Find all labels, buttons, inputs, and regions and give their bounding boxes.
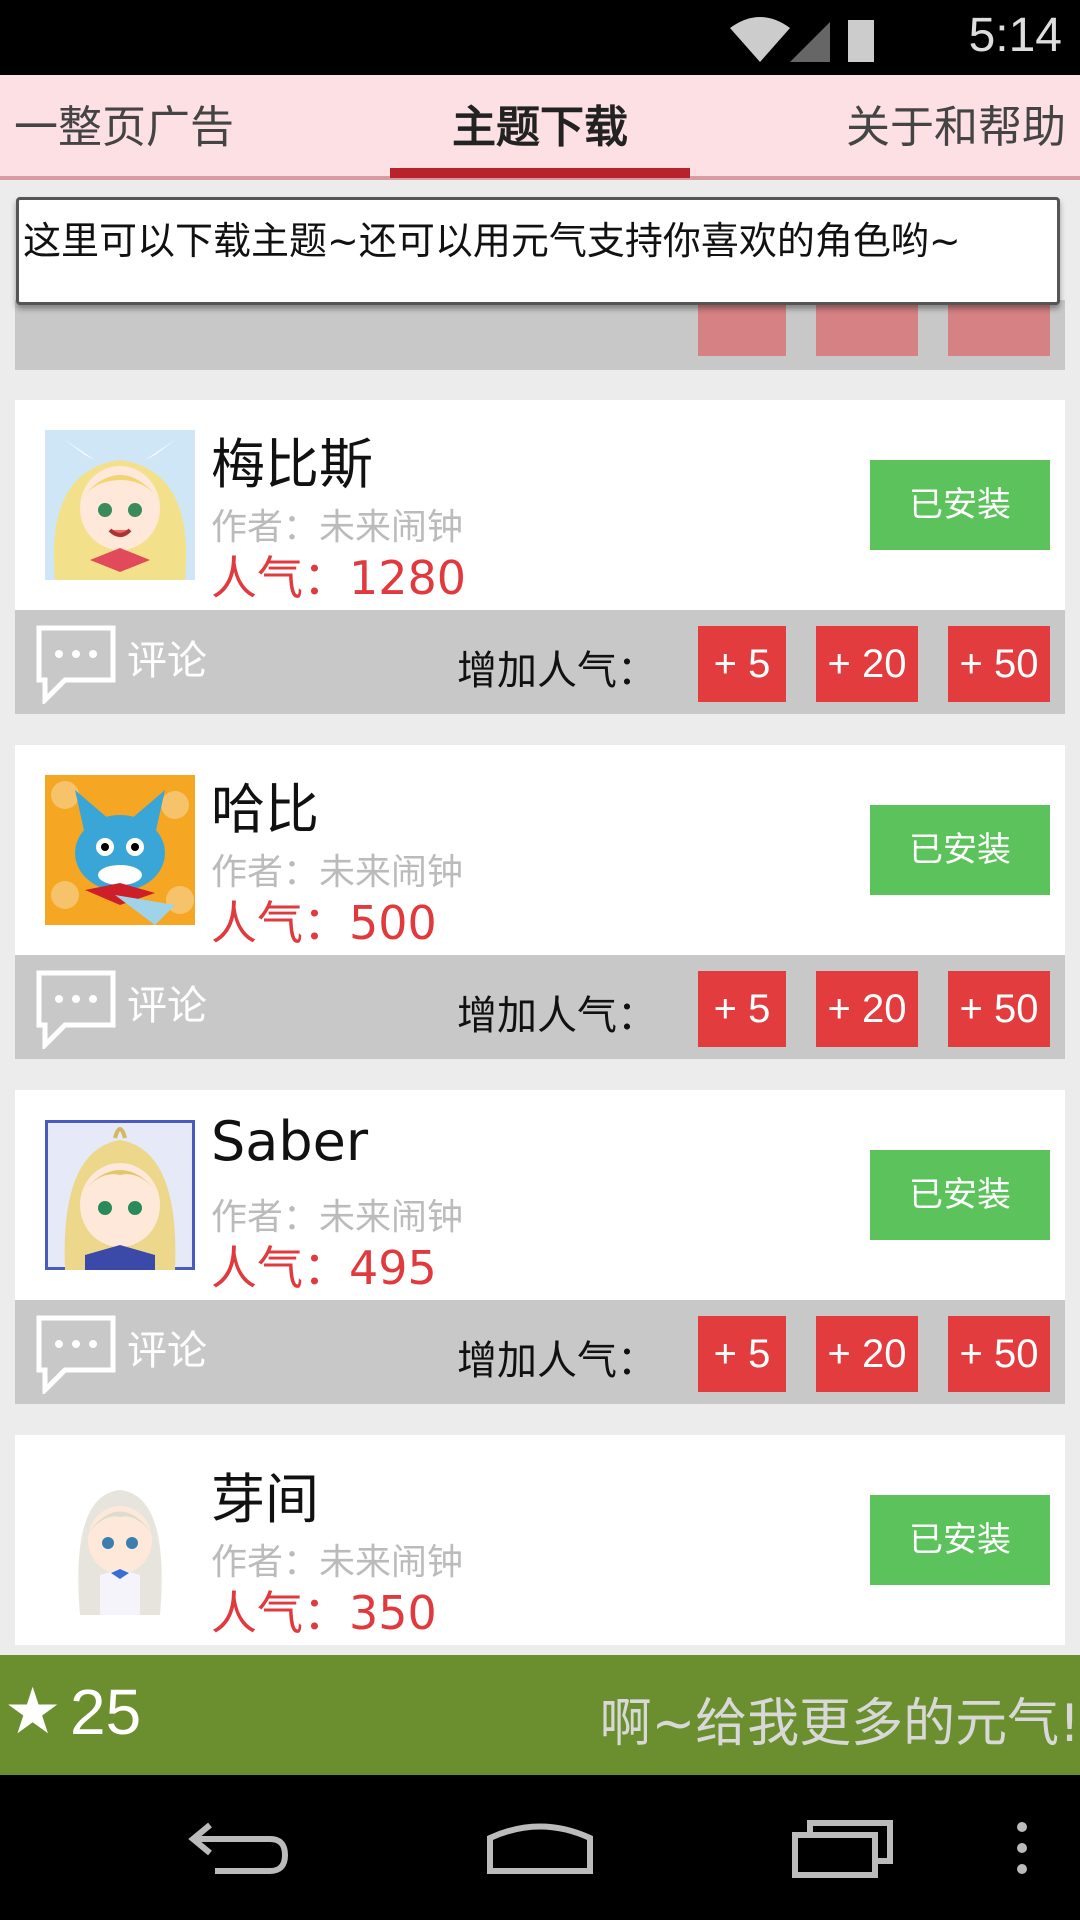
theme-name: 芽间 bbox=[211, 1468, 319, 1531]
vote-5-button[interactable]: + 5 bbox=[698, 971, 786, 1047]
theme-popularity: 人气：500 bbox=[211, 896, 437, 950]
comment-label: 评论 bbox=[127, 983, 207, 1029]
vote-50-button[interactable]: + 50 bbox=[948, 626, 1050, 702]
theme-popularity: 人气：495 bbox=[211, 1241, 437, 1295]
partial-card-bottom bbox=[15, 300, 1065, 370]
theme-popularity: 人气：350 bbox=[211, 1586, 437, 1640]
comment-icon bbox=[36, 1315, 116, 1394]
vote-20-button[interactable]: + 20 bbox=[816, 971, 918, 1047]
theme-card: 哈比 作者：未来闹钟 人气：500 已安装 评论 增加人气： + 5 + 20 … bbox=[15, 745, 1065, 1059]
installed-button[interactable]: 已安装 bbox=[870, 805, 1050, 895]
overflow-menu-icon[interactable] bbox=[1010, 1813, 1034, 1883]
vote-20-button[interactable]: + 20 bbox=[816, 626, 918, 702]
theme-card: 芽间 作者：未来闹钟 人气：350 已安装 bbox=[15, 1435, 1065, 1645]
home-icon[interactable] bbox=[485, 1813, 595, 1883]
theme-avatar-mavis bbox=[45, 430, 195, 580]
theme-list[interactable]: 梅比斯 作者：未来闹钟 人气：1280 已安装 评论 增加人气： + 5 + 2… bbox=[0, 300, 1080, 1650]
energy-footer[interactable]: ★ 25 啊~给我更多的元气! bbox=[0, 1655, 1080, 1775]
theme-avatar-menma bbox=[45, 1465, 195, 1615]
vote-5-button[interactable]: + 5 bbox=[698, 626, 786, 702]
active-tab-indicator bbox=[390, 168, 690, 178]
energy-score: 25 bbox=[70, 1676, 142, 1748]
vote-20-button bbox=[816, 300, 918, 356]
vote-50-button[interactable]: + 50 bbox=[948, 971, 1050, 1047]
theme-card: Saber 作者：未来闹钟 人气：495 已安装 评论 增加人气： + 5 + … bbox=[15, 1090, 1065, 1404]
comment-label: 评论 bbox=[127, 638, 207, 684]
theme-avatar-saber bbox=[45, 1120, 195, 1270]
installed-button[interactable]: 已安装 bbox=[870, 1150, 1050, 1240]
add-popularity-label: 增加人气： bbox=[457, 993, 657, 1039]
tab-ads[interactable]: 一整页广告 bbox=[14, 93, 234, 173]
recent-apps-icon[interactable] bbox=[790, 1813, 900, 1883]
add-popularity-label: 增加人气： bbox=[457, 648, 657, 694]
theme-popularity: 人气：1280 bbox=[211, 551, 467, 605]
vote-50-button bbox=[948, 300, 1050, 356]
footer-message: 啊~给我更多的元气! bbox=[599, 1694, 1080, 1754]
back-icon[interactable] bbox=[185, 1813, 295, 1883]
hint-text: 这里可以下载主题~还可以用元气支持你喜欢的角色哟~ bbox=[16, 197, 1060, 305]
comment-button[interactable]: 评论 bbox=[35, 624, 207, 704]
battery-icon bbox=[848, 20, 874, 62]
star-icon: ★ bbox=[4, 1675, 62, 1749]
installed-button[interactable]: 已安装 bbox=[870, 460, 1050, 550]
system-nav-bar bbox=[0, 1775, 1080, 1920]
wifi-icon bbox=[730, 17, 790, 62]
theme-card: 梅比斯 作者：未来闹钟 人气：1280 已安装 评论 增加人气： + 5 + 2… bbox=[15, 400, 1065, 714]
comment-icon bbox=[36, 625, 116, 704]
signal-icon bbox=[790, 22, 830, 62]
theme-name: 梅比斯 bbox=[211, 433, 373, 496]
vote-50-button[interactable]: + 50 bbox=[948, 1316, 1050, 1392]
comment-button[interactable]: 评论 bbox=[35, 969, 207, 1049]
comment-label: 评论 bbox=[127, 1328, 207, 1374]
theme-name: Saber bbox=[211, 1110, 369, 1173]
status-time: 5:14 bbox=[968, 9, 1062, 62]
comment-icon bbox=[36, 970, 116, 1049]
comment-button[interactable]: 评论 bbox=[35, 1314, 207, 1394]
status-icons bbox=[730, 17, 874, 62]
tab-about-help[interactable]: 关于和帮助 bbox=[846, 93, 1066, 173]
tab-bar: 一整页广告 主题下载 关于和帮助 bbox=[0, 75, 1080, 180]
vote-5-button[interactable]: + 5 bbox=[698, 1316, 786, 1392]
vote-5-button bbox=[698, 300, 786, 356]
add-popularity-label: 增加人气： bbox=[457, 1338, 657, 1384]
vote-20-button[interactable]: + 20 bbox=[816, 1316, 918, 1392]
tab-theme-download[interactable]: 主题下载 bbox=[390, 93, 690, 173]
theme-avatar-happy bbox=[45, 775, 195, 925]
theme-name: 哈比 bbox=[211, 778, 319, 841]
installed-button[interactable]: 已安装 bbox=[870, 1495, 1050, 1585]
status-bar: 5:14 bbox=[0, 0, 1080, 75]
